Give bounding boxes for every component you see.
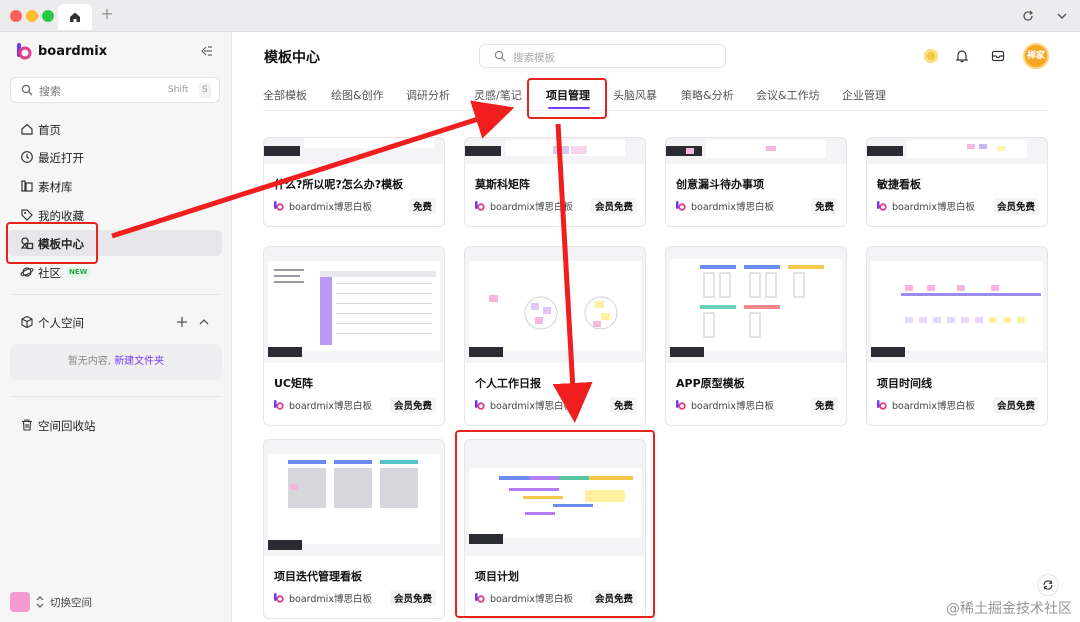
shortcut-shift: Shift <box>168 85 189 95</box>
new-badge: NEW <box>66 267 91 278</box>
template-card[interactable]: 敏捷看板 boardmix博思白板 会员免费 <box>866 137 1048 227</box>
home-icon <box>70 12 80 22</box>
sync-icon <box>1043 580 1053 590</box>
highlight-box-card <box>455 430 655 618</box>
search-icon <box>494 50 506 62</box>
coin-icon[interactable] <box>924 49 938 63</box>
template-thumbnail <box>666 138 846 164</box>
tab-all[interactable]: 全部模板 <box>263 87 307 103</box>
price-badge: 会员免费 <box>389 397 436 413</box>
refresh-icon[interactable] <box>1020 8 1036 24</box>
tab-strategy[interactable]: 策略&分析 <box>681 87 734 103</box>
tab-drawing[interactable]: 绘图&创作 <box>331 87 384 103</box>
sidebar-search[interactable]: 搜索 Shift S <box>10 77 220 103</box>
boardmix-logo-icon <box>676 400 686 410</box>
sidebar-item-recent[interactable]: 最近打开 <box>8 144 222 170</box>
boardmix-logo-icon <box>17 43 32 60</box>
chevron-down-icon[interactable] <box>1054 8 1070 24</box>
template-thumbnail <box>264 138 444 164</box>
minimize-window-button[interactable] <box>26 10 38 22</box>
brand-name: boardmix <box>38 43 108 59</box>
template-thumbnail <box>867 138 1047 164</box>
price-badge: 会员免费 <box>590 198 637 214</box>
template-thumbnail <box>465 138 645 164</box>
template-search-input[interactable]: 搜索模板 <box>479 44 726 68</box>
watermark: @稀土掘金技术社区 <box>946 601 1072 617</box>
highlight-box-templates <box>6 222 98 264</box>
search-icon <box>21 84 33 96</box>
clock-icon <box>21 151 33 163</box>
tag-icon <box>21 209 33 221</box>
tab-brainstorm[interactable]: 头脑风暴 <box>613 87 657 103</box>
highlight-box-tab <box>527 78 607 119</box>
user-avatar[interactable]: 禅家 <box>1023 43 1049 69</box>
template-card[interactable]: 项目迭代管理看板 boardmix博思白板 会员免费 <box>263 439 445 619</box>
template-card[interactable]: 个人工作日报 boardmix博思白板 免费 <box>464 246 646 426</box>
template-thumbnail <box>465 247 645 363</box>
planet-icon <box>20 267 34 277</box>
price-badge: 会员免费 <box>992 198 1039 214</box>
personal-space-header[interactable]: 个人空间 <box>8 309 222 335</box>
sidebar-item-library[interactable]: 素材库 <box>8 173 222 199</box>
boardmix-logo-icon <box>877 201 887 211</box>
template-card[interactable]: UC矩阵 boardmix博思白板 会员免费 <box>263 246 445 426</box>
boardmix-logo-icon <box>676 201 686 211</box>
sidebar-divider <box>12 396 220 397</box>
maximize-window-button[interactable] <box>42 10 54 22</box>
template-thumbnail <box>264 440 444 556</box>
switch-space-button[interactable]: 切换空间 <box>10 592 92 612</box>
sidebar-item-home[interactable]: 首页 <box>8 116 222 142</box>
price-badge: 免费 <box>609 397 637 413</box>
shortcut-s: S <box>199 83 211 98</box>
price-badge: 免费 <box>810 397 838 413</box>
price-badge: 会员免费 <box>992 397 1039 413</box>
sidebar: boardmix 搜索 Shift S 首页 最近打开 素材库 我的收藏 模板中… <box>0 32 232 622</box>
window-titlebar: + <box>0 0 1080 32</box>
library-icon <box>21 180 33 192</box>
sync-button[interactable] <box>1037 574 1059 596</box>
switch-icon <box>36 596 44 608</box>
price-badge: 会员免费 <box>389 590 436 606</box>
price-badge: 免费 <box>408 198 436 214</box>
tab-inspiration[interactable]: 灵感/笔记 <box>474 87 522 103</box>
boardmix-logo-icon <box>274 593 284 603</box>
bell-icon[interactable] <box>954 48 970 64</box>
collapse-sidebar-icon[interactable] <box>200 44 214 58</box>
template-thumbnail <box>264 247 444 363</box>
tab-enterprise[interactable]: 企业管理 <box>842 87 886 103</box>
boardmix-logo-icon <box>274 400 284 410</box>
new-tab-button[interactable]: + <box>100 6 114 22</box>
inbox-icon[interactable] <box>990 48 1006 64</box>
boardmix-logo-icon <box>475 201 485 211</box>
template-card[interactable]: APP原型模板 boardmix博思白板 免费 <box>665 246 847 426</box>
category-tabs: 全部模板 绘图&创作 调研分析 灵感/笔记 项目管理 头脑风暴 策略&分析 会议… <box>263 87 1047 111</box>
template-thumbnail <box>867 247 1047 363</box>
cube-icon <box>21 315 33 329</box>
price-badge: 免费 <box>810 198 838 214</box>
template-thumbnail <box>666 247 846 363</box>
boardmix-logo-icon <box>274 201 284 211</box>
space-avatar <box>10 592 30 612</box>
template-card[interactable]: 项目时间线 boardmix博思白板 会员免费 <box>866 246 1048 426</box>
add-icon[interactable] <box>176 316 188 328</box>
template-card[interactable]: 莫斯科矩阵 boardmix博思白板 会员免费 <box>464 137 646 227</box>
chevron-up-icon[interactable] <box>198 316 210 328</box>
template-card[interactable]: 什么?所以呢?怎么办?模板 boardmix博思白板 免费 <box>263 137 445 227</box>
sidebar-divider <box>12 294 220 295</box>
brand-logo[interactable]: boardmix <box>16 42 107 60</box>
home-icon <box>21 123 33 135</box>
page-title: 模板中心 <box>264 50 320 66</box>
tab-meeting[interactable]: 会议&工作坊 <box>756 87 820 103</box>
tab-research[interactable]: 调研分析 <box>406 87 450 103</box>
close-window-button[interactable] <box>10 10 22 22</box>
template-card[interactable]: 创意漏斗待办事项 boardmix博思白板 免费 <box>665 137 847 227</box>
new-folder-link[interactable]: 新建文件夹 <box>114 356 164 367</box>
boardmix-logo-icon <box>877 400 887 410</box>
boardmix-logo-icon <box>475 400 485 410</box>
search-label: 搜索 <box>39 85 61 98</box>
personal-space-empty: 暂无内容, 新建文件夹 <box>10 344 222 380</box>
home-tab[interactable] <box>58 4 92 30</box>
sidebar-item-trash[interactable]: 空间回收站 <box>8 412 222 438</box>
trash-icon <box>22 419 32 431</box>
